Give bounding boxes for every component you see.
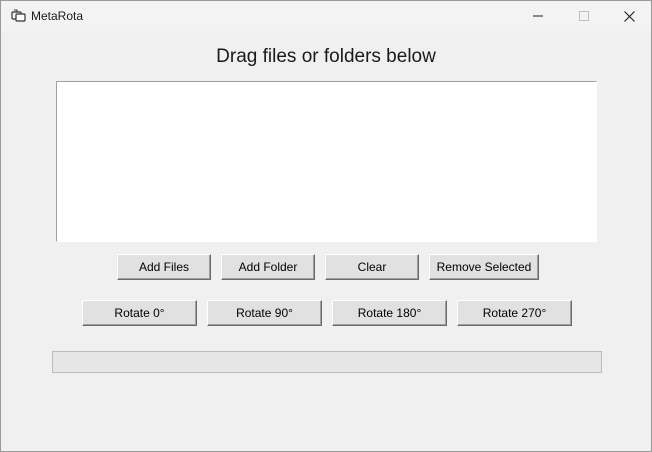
metarota-app-icon	[11, 9, 27, 23]
close-icon	[623, 10, 635, 22]
file-drop-list[interactable]	[56, 81, 597, 242]
clear-button[interactable]: Clear	[325, 254, 419, 280]
add-folder-button[interactable]: Add Folder	[221, 254, 315, 280]
window-title: MetaRota	[31, 9, 84, 23]
progress-bar	[52, 351, 602, 373]
add-files-button[interactable]: Add Files	[117, 254, 211, 280]
rotate-180-button[interactable]: Rotate 180°	[332, 300, 447, 326]
app-window: MetaRota Drag files or folders below Add…	[0, 0, 652, 452]
maximize-button[interactable]	[561, 1, 607, 31]
rotate-0-button[interactable]: Rotate 0°	[82, 300, 197, 326]
rotate-90-button[interactable]: Rotate 90°	[207, 300, 322, 326]
minimize-button[interactable]	[515, 1, 561, 31]
drop-instructions-heading: Drag files or folders below	[216, 46, 436, 67]
close-button[interactable]	[606, 1, 652, 31]
rotate-270-button[interactable]: Rotate 270°	[457, 300, 572, 326]
remove-selected-button[interactable]: Remove Selected	[429, 254, 539, 280]
title-bar[interactable]: MetaRota	[1, 1, 651, 31]
maximize-icon	[579, 11, 589, 21]
minimize-icon	[533, 11, 543, 21]
